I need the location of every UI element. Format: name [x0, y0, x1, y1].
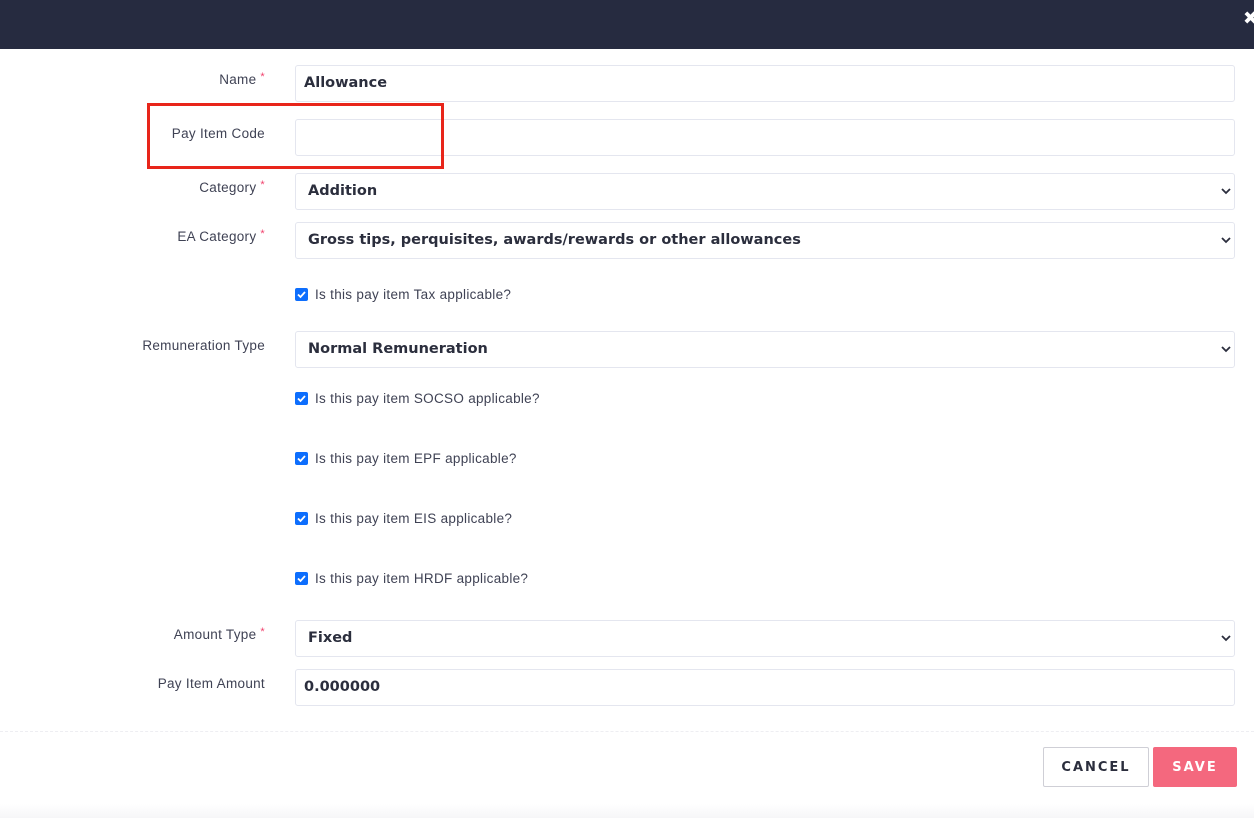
amount-type-label-text: Amount Type — [173, 627, 257, 642]
checkmark-icon — [297, 290, 306, 298]
save-button[interactable]: SAVE — [1153, 747, 1237, 787]
pay-item-amount-input-value: 0.000000 — [304, 679, 381, 695]
eis-applicable-checkbox[interactable] — [295, 511, 308, 525]
pay-item-amount-label: Pay Item Amount — [158, 676, 265, 691]
close-icon[interactable]: ✖ — [1243, 10, 1254, 28]
tax-applicable-label: Is this pay item Tax applicable? — [315, 286, 512, 302]
checkmark-icon — [297, 514, 306, 522]
tax-applicable-row: Is this pay item Tax applicable? — [295, 286, 511, 302]
remuneration-type-label: Remuneration Type — [142, 338, 265, 353]
hrdf-applicable-checkbox[interactable] — [295, 571, 308, 585]
chevron-down-icon — [1221, 188, 1231, 195]
ea-category-label-text: EA Category — [177, 229, 257, 244]
ea-category-select[interactable]: Gross tips, perquisites, awards/rewards … — [295, 222, 1235, 259]
ea-category-label: EA Category * — [177, 228, 265, 244]
required-marker: * — [260, 626, 265, 638]
epf-applicable-checkbox[interactable] — [295, 451, 308, 465]
socso-applicable-checkbox[interactable] — [295, 391, 308, 405]
socso-applicable-label: Is this pay item SOCSO applicable? — [315, 390, 540, 406]
footer-shadow — [0, 804, 1254, 818]
epf-applicable-label: Is this pay item EPF applicable? — [315, 450, 517, 466]
eis-applicable-row: Is this pay item EIS applicable? — [295, 510, 512, 526]
name-input[interactable]: Allowance — [295, 65, 1235, 102]
category-label: Category * — [199, 179, 265, 195]
hrdf-applicable-label: Is this pay item HRDF applicable? — [315, 570, 529, 586]
socso-applicable-row: Is this pay item SOCSO applicable? — [295, 390, 540, 406]
category-select[interactable]: Addition — [295, 173, 1235, 210]
checkmark-icon — [297, 574, 306, 582]
highlight-box — [147, 103, 444, 169]
remuneration-type-select[interactable]: Normal Remuneration — [295, 331, 1235, 368]
required-marker: * — [260, 228, 265, 240]
ea-category-select-value: Gross tips, perquisites, awards/rewards … — [308, 232, 801, 248]
epf-applicable-row: Is this pay item EPF applicable? — [295, 450, 517, 466]
amount-type-select-value: Fixed — [308, 630, 353, 646]
chevron-down-icon — [1221, 237, 1231, 244]
remuneration-type-label-text: Remuneration Type — [142, 338, 265, 353]
cancel-button[interactable]: CANCEL — [1043, 747, 1149, 787]
chevron-down-icon — [1221, 346, 1231, 353]
category-select-value: Addition — [308, 183, 378, 199]
checkmark-icon — [297, 454, 306, 462]
name-label: Name * — [219, 71, 265, 87]
pay-item-amount-input[interactable]: 0.000000 — [295, 669, 1235, 706]
footer-divider — [0, 731, 1254, 732]
amount-type-label: Amount Type * — [173, 626, 265, 642]
pay-item-amount-label-text: Pay Item Amount — [157, 676, 265, 691]
chevron-down-icon — [1221, 635, 1231, 642]
amount-type-select[interactable]: Fixed — [295, 620, 1235, 657]
name-input-value: Allowance — [304, 75, 388, 91]
required-marker: * — [260, 179, 265, 191]
modal-header: ✖ — [0, 0, 1254, 49]
category-label-text: Category — [199, 180, 257, 195]
eis-applicable-label: Is this pay item EIS applicable? — [315, 510, 513, 526]
hrdf-applicable-row: Is this pay item HRDF applicable? — [295, 570, 528, 586]
name-label-text: Name — [219, 72, 257, 87]
checkmark-icon — [297, 394, 306, 402]
required-marker: * — [260, 71, 265, 83]
remuneration-type-select-value: Normal Remuneration — [308, 341, 488, 357]
tax-applicable-checkbox[interactable] — [295, 287, 308, 301]
